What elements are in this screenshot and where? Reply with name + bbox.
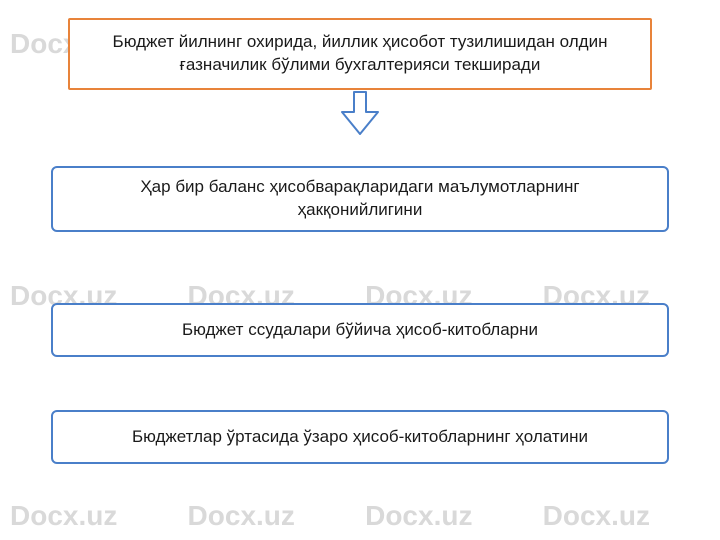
item-text: Бюджет ссудалари бўйича ҳисоб-китобларни (182, 319, 538, 342)
header-text: Бюджет йилнинг охирида, йиллик ҳисобот т… (94, 31, 626, 77)
item-box-2: Бюджет ссудалари бўйича ҳисоб-китобларни (51, 303, 669, 357)
watermark-row-bot: Docx.uz Docx.uz Docx.uz Docx.uz (0, 500, 720, 532)
watermark-text: Docx.uz (543, 500, 650, 532)
item-box-1: Ҳар бир баланс ҳисобварақларидаги маълум… (51, 166, 669, 232)
watermark-text: Docx.uz (10, 500, 117, 532)
down-arrow-icon (336, 90, 384, 138)
watermark-text: Docx.uz (188, 500, 295, 532)
watermark-text: Docx.uz (365, 500, 472, 532)
item-box-3: Бюджетлар ўртасида ўзаро ҳисоб-китобларн… (51, 410, 669, 464)
header-box: Бюджет йилнинг охирида, йиллик ҳисобот т… (68, 18, 652, 90)
item-text: Ҳар бир баланс ҳисобварақларидаги маълум… (77, 176, 643, 222)
item-text: Бюджетлар ўртасида ўзаро ҳисоб-китобларн… (132, 426, 588, 449)
